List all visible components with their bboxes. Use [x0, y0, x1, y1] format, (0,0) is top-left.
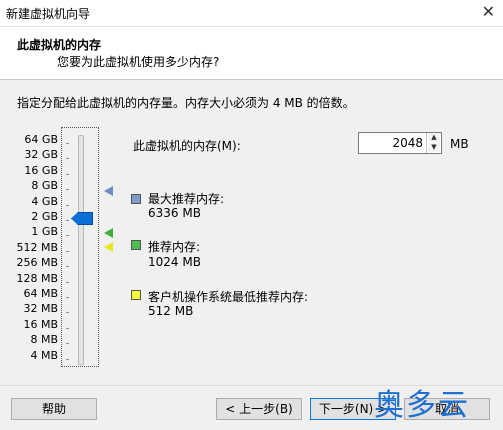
max-recommended-marker-icon [104, 186, 113, 196]
wizard-header: 此虚拟机的内存 您要为此虚拟机使用多少内存? [0, 27, 503, 80]
memory-slider-track[interactable] [78, 135, 84, 365]
scale-tick [66, 250, 69, 252]
scale-tick [66, 312, 69, 314]
scale-tick [66, 297, 69, 298]
scale-tick [66, 266, 69, 268]
memory-spin-arrows: ▲ ▼ [426, 133, 441, 153]
scale-label: 512 MB [16, 240, 58, 254]
scale-label: 2 GB [31, 210, 58, 223]
recommended-marker-icon [104, 228, 113, 238]
guest-min-label: 客户机操作系统最低推荐内存: [148, 290, 309, 304]
instruction-text: 指定分配给此虚拟机的内存量。内存大小必须为 4 MB 的倍数。 [17, 96, 355, 110]
spin-down-icon[interactable]: ▼ [428, 143, 440, 152]
guest-min-value: 512 MB [148, 304, 194, 318]
page-title: 此虚拟机的内存 [17, 38, 102, 52]
scale-tick [66, 281, 69, 283]
scale-tick [66, 220, 69, 221]
scale-label: 4 GB [31, 194, 58, 208]
scale-label: 256 MB [16, 256, 58, 270]
scale-tick [66, 343, 69, 345]
scale-label: 32 GB [24, 148, 58, 162]
guest-min-marker-icon [104, 242, 113, 252]
guest-min-swatch-icon [131, 290, 141, 300]
scale-label: 16 GB [24, 163, 58, 177]
scale-label: 128 MB [16, 271, 58, 285]
scale-tick [66, 235, 69, 237]
title-bar: 新建虚拟机向导 ✕ [0, 0, 503, 27]
memory-input[interactable]: 2048 [392, 136, 423, 150]
back-button[interactable]: < 上一步(B) [216, 398, 302, 420]
scale-label: 4 MB [30, 348, 58, 362]
scale-label: 64 MB [23, 287, 58, 300]
recommended-swatch-icon [131, 240, 141, 250]
scale-label: 64 GB [24, 133, 58, 146]
scale-tick [66, 173, 69, 175]
scale-tick [66, 158, 69, 160]
page-subtitle: 您要为此虚拟机使用多少内存? [57, 55, 220, 69]
recommended-value: 1024 MB [148, 255, 201, 269]
window-title: 新建虚拟机向导 [6, 7, 91, 21]
scale-label: 16 MB [23, 317, 58, 331]
scale-tick [66, 327, 69, 329]
scale-tick [66, 358, 69, 360]
spin-up-icon[interactable]: ▲ [428, 133, 440, 142]
watermark-logo: 奥多云 [374, 388, 470, 423]
recommended-label: 推荐内存: [148, 240, 201, 254]
max-recommended-label: 最大推荐内存: [148, 192, 225, 206]
memory-slider-ticks [66, 138, 76, 362]
scale-label: 1 GB [31, 225, 58, 239]
help-button[interactable]: 帮助 [11, 398, 97, 420]
memory-spinbox[interactable]: 2048 ▲ ▼ [358, 132, 442, 154]
close-icon[interactable]: ✕ [482, 2, 495, 21]
scale-label: 8 GB [31, 179, 58, 193]
max-recommended-value: 6336 MB [148, 206, 201, 220]
scale-tick [66, 143, 69, 144]
max-recommended-swatch-icon [131, 194, 141, 204]
scale-label: 32 MB [23, 302, 58, 316]
scale-tick [66, 204, 69, 206]
memory-label: 此虚拟机的内存(M): [133, 139, 241, 153]
scale-tick [66, 189, 69, 191]
memory-unit: MB [450, 137, 469, 151]
scale-label: 8 MB [30, 333, 58, 347]
